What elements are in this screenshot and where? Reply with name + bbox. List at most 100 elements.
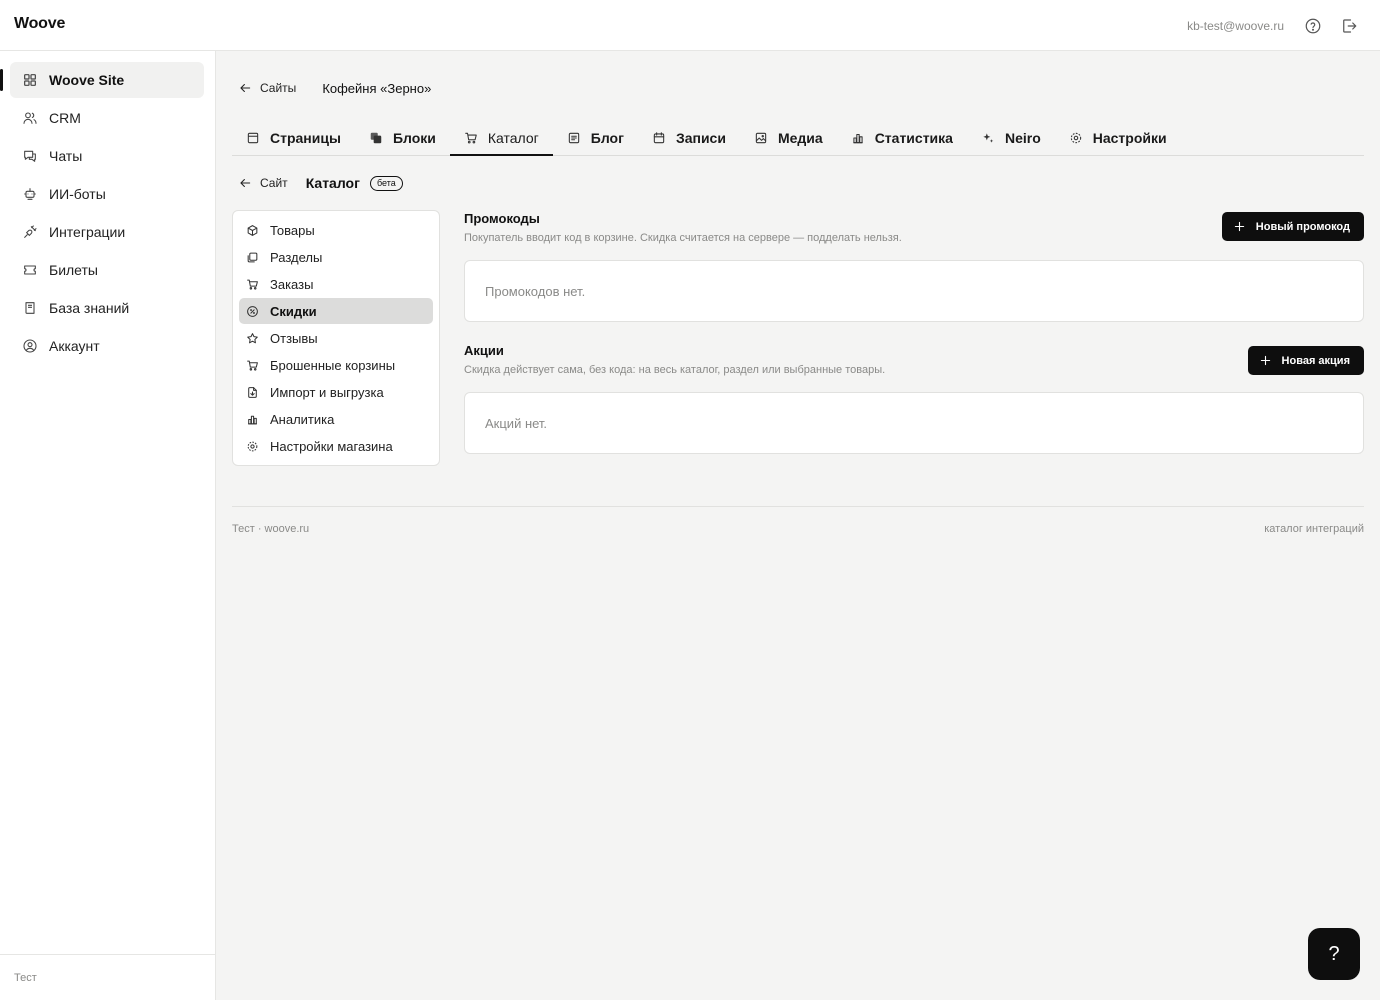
tab-media[interactable]: Медиа <box>740 120 837 155</box>
tab-label: Блог <box>590 129 624 146</box>
plus-icon <box>1260 355 1271 366</box>
catalog-item-label: Товары <box>270 222 315 238</box>
sidebar-item-knowledge-base[interactable]: База знаний <box>10 290 204 326</box>
tab-label: Блоки <box>392 129 436 146</box>
blog-icon <box>567 131 581 145</box>
catalog-item-reviews[interactable]: Отзывы <box>239 325 433 351</box>
catalog-item-label: Аналитика <box>270 411 335 427</box>
integrations-catalog-link[interactable]: каталог интеграций <box>1264 523 1364 535</box>
bot-icon <box>22 186 38 202</box>
actions-description: Скидка действует сама, без кода: на весь… <box>464 364 886 376</box>
blocks-icon <box>369 131 383 145</box>
cart-icon <box>246 278 259 291</box>
sidebar-nav: Woove Site CRM Чаты ИИ-боты Интеграции Б… <box>0 51 215 364</box>
tab-blocks[interactable]: Блоки <box>355 120 450 155</box>
stats-icon <box>246 413 259 426</box>
sidebar-item-tickets[interactable]: Билеты <box>10 252 204 288</box>
catalog-item-label: Импорт и выгрузка <box>270 384 384 400</box>
sidebar-item-crm[interactable]: CRM <box>10 100 204 136</box>
catalog-header: Сайт Каталог бета <box>238 173 403 193</box>
tab-catalog[interactable]: Каталог <box>449 120 553 156</box>
back-label: Сайты <box>260 81 297 95</box>
catalog-item-label: Заказы <box>270 276 314 292</box>
tab-label: Neiro <box>1004 129 1041 146</box>
catalog-item-sections[interactable]: Разделы <box>239 244 433 270</box>
gear-icon <box>1069 131 1083 145</box>
sidebar-item-ai-bots[interactable]: ИИ-боты <box>10 176 204 212</box>
help-button[interactable]: ? <box>1308 928 1360 980</box>
new-promocode-button[interactable]: Новый промокод <box>1221 212 1364 241</box>
actions-section: Акции Скидка действует сама, без кода: н… <box>464 343 1364 455</box>
sidebar: Woove Site CRM Чаты ИИ-боты Интеграции Б… <box>0 51 216 1000</box>
site-tabs: Страницы Блоки Каталог Блог Записи Медиа… <box>232 120 1364 156</box>
back-to-sites-link[interactable]: Сайты <box>238 81 296 95</box>
tab-label: Настройки <box>1092 129 1167 146</box>
sidebar-item-woove-site[interactable]: Woove Site <box>0 62 204 98</box>
back-to-site-link[interactable]: Сайт <box>238 176 288 190</box>
arrow-left-icon <box>238 176 252 190</box>
sidebar-item-account[interactable]: Аккаунт <box>10 328 204 364</box>
file-transfer-icon <box>246 386 259 399</box>
promocodes-section: Промокоды Покупатель вводит код в корзин… <box>464 211 1364 323</box>
sidebar-item-label: Билеты <box>49 262 98 278</box>
beta-badge: бета <box>369 175 403 191</box>
catalog-item-products[interactable]: Товары <box>239 217 433 243</box>
sidebar-item-label: Чаты <box>49 148 83 164</box>
brand-logo[interactable]: Woove <box>14 15 65 33</box>
star-icon <box>246 332 259 345</box>
ticket-icon <box>22 262 38 278</box>
tab-label: Записи <box>675 129 726 146</box>
back-label: Сайт <box>260 176 288 190</box>
logout-icon[interactable] <box>1340 17 1358 35</box>
footer-divider <box>232 506 1364 507</box>
page-title: Каталог <box>305 175 360 191</box>
tab-settings[interactable]: Настройки <box>1055 120 1181 155</box>
sidebar-item-label: Woove Site <box>49 72 125 88</box>
catalog-item-label: Скидки <box>270 303 317 319</box>
tab-neiro[interactable]: Neiro <box>967 120 1055 155</box>
account-icon <box>22 338 38 354</box>
image-icon <box>754 131 768 145</box>
calendar-icon <box>652 131 666 145</box>
plus-icon <box>1234 221 1245 232</box>
tab-records[interactable]: Записи <box>638 120 740 155</box>
tab-label: Страницы <box>270 129 341 146</box>
catalog-item-orders[interactable]: Заказы <box>239 271 433 297</box>
catalog-item-analytics[interactable]: Аналитика <box>239 406 433 432</box>
catalog-item-import-export[interactable]: Импорт и выгрузка <box>239 379 433 405</box>
tab-statistics[interactable]: Статистика <box>837 120 967 155</box>
sidebar-footer: Тест <box>0 954 215 1000</box>
top-right-area: kb-test@woove.ru <box>1187 0 1358 51</box>
discount-icon <box>246 305 259 318</box>
sidebar-item-chats[interactable]: Чаты <box>10 138 204 174</box>
catalog-item-label: Брошенные корзины <box>270 357 396 373</box>
catalog-item-label: Разделы <box>270 249 323 265</box>
catalog-item-label: Отзывы <box>270 330 318 346</box>
catalog-item-store-settings[interactable]: Настройки магазина <box>239 433 433 459</box>
catalog-item-abandoned-carts[interactable]: Брошенные корзины <box>239 352 433 378</box>
stats-icon <box>851 131 865 145</box>
sidebar-item-label: Интеграции <box>49 224 126 240</box>
cart-icon <box>464 131 478 145</box>
plug-icon <box>22 224 38 240</box>
help-circle-icon[interactable] <box>1304 17 1322 35</box>
site-name: Кофейня «Зерно» <box>322 80 432 96</box>
tab-pages[interactable]: Страницы <box>232 120 355 155</box>
button-label: Новый промокод <box>1255 220 1350 233</box>
catalog-menu: Товары Разделы Заказы Скидки Отзывы Брош… <box>232 210 440 466</box>
users-icon <box>22 110 38 126</box>
actions-title: Акции <box>464 343 504 358</box>
tab-blog[interactable]: Блог <box>553 120 638 155</box>
book-icon <box>22 300 38 316</box>
arrow-left-icon <box>238 81 252 95</box>
promocodes-empty-state: Промокодов нет. <box>464 260 1364 322</box>
new-action-button[interactable]: Новая акция <box>1247 346 1364 375</box>
catalog-item-discounts[interactable]: Скидки <box>239 298 433 324</box>
sidebar-item-integrations[interactable]: Интеграции <box>10 214 204 250</box>
footer-text: Тест · woove.ru <box>232 523 310 535</box>
tab-label: Каталог <box>487 129 539 146</box>
tab-label: Медиа <box>777 129 823 146</box>
grid-icon <box>22 72 38 88</box>
user-email: kb-test@woove.ru <box>1187 18 1284 33</box>
sidebar-item-label: CRM <box>49 110 81 126</box>
